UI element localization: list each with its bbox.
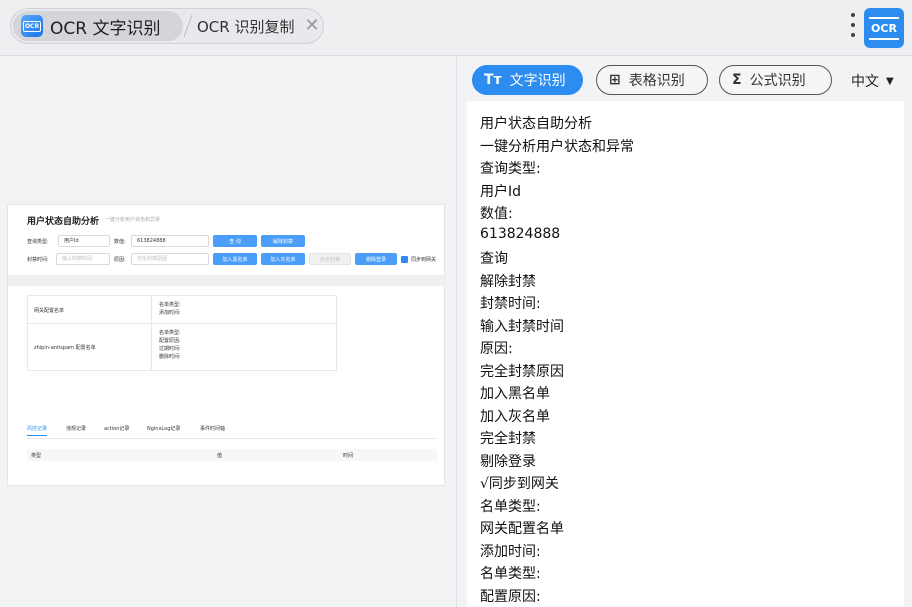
preview-tab: 违规记录: [66, 426, 87, 432]
language-value: 中文: [851, 74, 879, 90]
preview-sync-checkbox: [401, 256, 408, 263]
preview-tab: action记录: [104, 426, 130, 432]
preview-tabs: 风控记录 违规记录 action记录 NginxLog记录 事件时间轴: [27, 425, 437, 439]
preview-column-header: 时间: [343, 453, 354, 459]
preview-sync-label: 同步到网关: [411, 257, 437, 263]
preview-blacklist-button: 加入黑名单: [213, 253, 257, 265]
result-text-line: 配置原因:: [480, 588, 541, 605]
mode-formula-recognition-button[interactable]: Σ 公式识别: [719, 65, 832, 95]
mode-label: 文字识别: [509, 73, 566, 89]
preview-row2-field: 名单类型:: [159, 330, 181, 336]
preview-divider-band: [8, 275, 446, 286]
tab-separator: [183, 14, 193, 38]
tab-ocr-text-recognition[interactable]: OCR OCR 文字识别: [13, 11, 183, 41]
result-text-line: 613824888: [480, 225, 561, 242]
chevron-down-icon: ▼: [886, 75, 894, 87]
result-text-line: 解除封禁: [480, 273, 536, 290]
result-text-line: 原因:: [480, 341, 513, 357]
ocr-capture-button[interactable]: OCR: [864, 8, 904, 48]
result-text-line: 完全封禁: [480, 431, 536, 447]
result-text-line: 名单类型:: [480, 498, 541, 515]
result-text-line: 数值:: [480, 206, 513, 222]
preview-table-row: [28, 296, 336, 324]
preview-kick-button: 剔除登录: [355, 253, 397, 265]
language-select[interactable]: 中文 ▼: [851, 71, 894, 91]
preview-row1-field: 添加时间:: [159, 310, 181, 316]
tab-active-label: OCR 文字识别: [50, 18, 161, 39]
preview-list-table: 网关配置名单 名单类型: 添加时间: zhipin-antispam 配置名单 …: [27, 295, 337, 371]
mode-table-recognition-button[interactable]: ⊞ 表格识别: [596, 65, 708, 95]
close-icon[interactable]: ✕: [304, 17, 319, 35]
preview-tab: NginxLog记录: [147, 426, 181, 432]
preview-reason-label: 原因:: [114, 257, 126, 263]
ocr-app-icon: OCR: [21, 15, 43, 37]
result-text-line: 名单类型:: [480, 566, 541, 582]
preview-row2-name: zhipin-antispam 配置名单: [34, 345, 96, 351]
preview-tab: 风控记录: [27, 425, 48, 436]
preview-value-input: 613824888: [131, 235, 209, 247]
recognized-text-area[interactable]: 用户状态自助分析一键分析用户状态和异常 查询类型: 用户Id 数值: 613824888…: [467, 101, 904, 607]
tab-group: OCR OCR 文字识别 OCR 识别复制 ✕: [10, 8, 324, 44]
result-text-line: 网关配置名单: [480, 521, 564, 537]
tab-ocr-copy[interactable]: OCR 识别复制 ✕: [197, 11, 320, 41]
image-preview-pane: 用户状态自助分析 一键分析用户状态和异常 查询类型: 用户Id 数值: 6138…: [0, 57, 456, 607]
result-text-line: 用户Id: [480, 183, 522, 200]
preview-row1-field: 名单类型:: [159, 302, 181, 308]
preview-reason-input: 完全封禁原因: [131, 253, 209, 265]
preview-row2-field: 过期时间:: [159, 346, 181, 352]
result-text-line: 查询: [480, 251, 508, 267]
result-pane: Tт 文字识别 ⊞ 表格识别 Σ 公式识别 中文 ▼ 用户状态自助分析一键分析用…: [456, 57, 912, 607]
result-text-line: √同步到网关: [480, 476, 559, 492]
preview-row1-name: 网关配置名单: [34, 308, 65, 314]
text-icon: Tт: [484, 72, 502, 88]
preview-ban-time-label: 封禁时间:: [27, 257, 49, 263]
preview-full-ban-button: 完全封禁: [309, 253, 351, 265]
preview-column-header: 值: [217, 453, 223, 459]
result-text-line: 完全封禁原因: [480, 363, 564, 380]
preview-row2-field: 删除时间:: [159, 354, 181, 360]
preview-table-divider: [151, 296, 152, 370]
tab-second-label: OCR 识别复制: [197, 17, 295, 36]
mode-label: 表格识别: [628, 73, 685, 89]
result-text-line: 封禁时间:: [480, 296, 541, 312]
preview-table-header: 类型 值 时间: [27, 449, 437, 461]
captured-image[interactable]: 用户状态自助分析 一键分析用户状态和异常 查询类型: 用户Id 数值: 6138…: [7, 204, 446, 486]
preview-ban-time-input: 输入封禁时间: [56, 253, 110, 265]
title-bar: OCR OCR 文字识别 OCR 识别复制 ✕ OCR: [0, 0, 912, 56]
preview-subtitle: 一键分析用户状态和异常: [105, 217, 161, 223]
table-icon: ⊞: [609, 72, 621, 88]
result-text-line: 查询类型:: [480, 161, 541, 177]
ocr-button-label: OCR: [869, 16, 899, 40]
preview-query-type-select: 用户Id: [58, 235, 110, 247]
mode-label: 公式识别: [749, 73, 806, 89]
preview-unban-button: 解除封禁: [261, 235, 305, 247]
preview-column-header: 类型: [31, 453, 42, 459]
result-text-line: 用户状态自助分析: [480, 116, 592, 132]
result-text-line: 加入灰名单: [480, 408, 550, 425]
preview-row2-field: 配置原因:: [159, 338, 181, 344]
result-text-line: 一键分析用户状态和异常: [480, 138, 634, 155]
mode-text-recognition-button[interactable]: Tт 文字识别: [472, 65, 583, 95]
result-text-line: 加入黑名单: [480, 386, 550, 402]
preview-query-button: 查 询: [213, 235, 257, 247]
more-menu-icon[interactable]: [849, 10, 857, 40]
result-text-line: 剔除登录: [480, 453, 536, 470]
preview-graylist-button: 加入灰名单: [261, 253, 305, 265]
result-text-line: 输入封禁时间: [480, 318, 564, 335]
preview-query-type-label: 查询类型:: [27, 239, 49, 245]
sigma-icon: Σ: [732, 72, 742, 88]
preview-title: 用户状态自助分析: [27, 217, 100, 227]
result-text-line: 添加时间:: [480, 543, 541, 560]
preview-value-label: 数值:: [114, 239, 126, 245]
preview-tab: 事件时间轴: [200, 426, 226, 432]
